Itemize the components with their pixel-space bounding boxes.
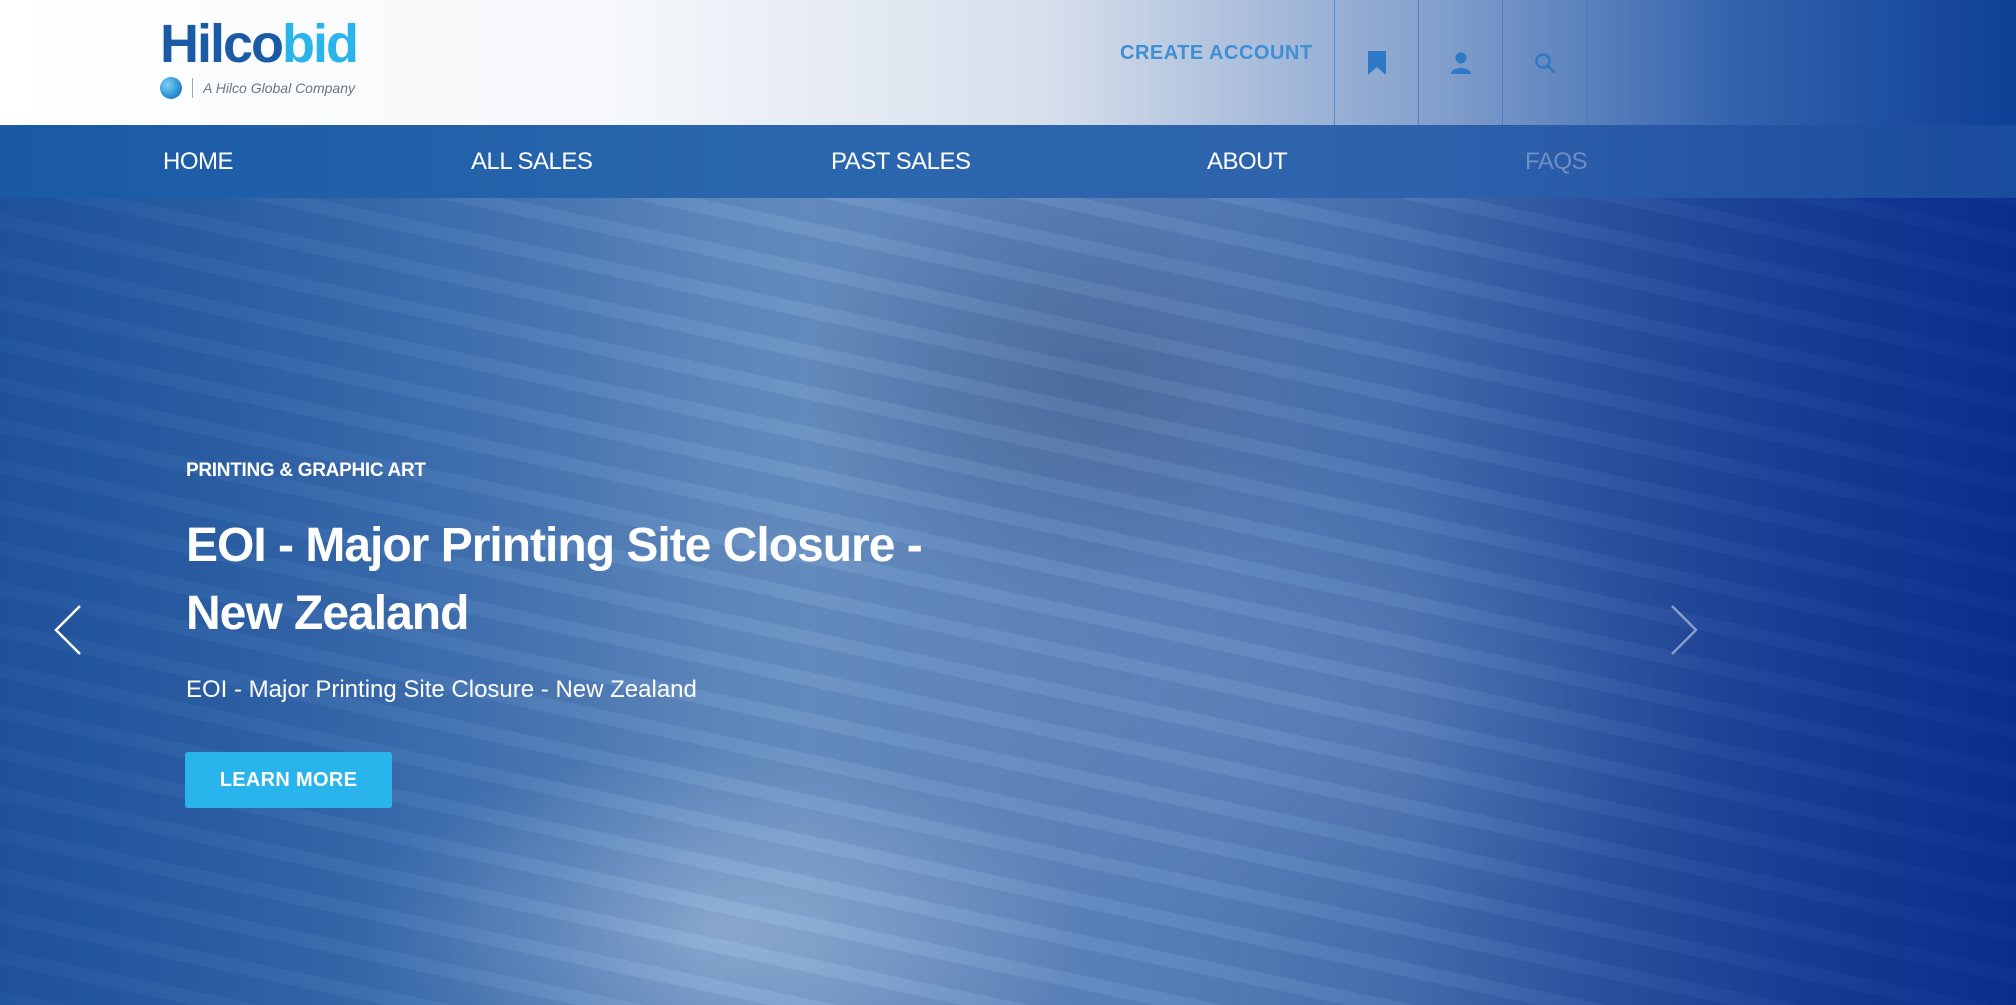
search-button[interactable] xyxy=(1502,0,1588,125)
search-icon xyxy=(1535,52,1556,73)
logo-tagline-row: A Hilco Global Company xyxy=(160,76,355,100)
nav-item-home[interactable]: HOME xyxy=(163,148,234,176)
globe-icon xyxy=(160,77,182,99)
carousel-next-button[interactable] xyxy=(1664,600,1704,660)
user-icon xyxy=(1451,52,1471,74)
carousel-previous-button[interactable] xyxy=(48,600,88,660)
nav-item-past-sales[interactable]: PAST SALES xyxy=(831,148,971,176)
hero-title: EOI - Major Printing Site Closure - New … xyxy=(186,519,923,640)
site-logo[interactable]: Hilcobid A Hilco Global Company xyxy=(160,14,400,104)
nav-item-about[interactable]: ABOUT xyxy=(1207,148,1288,176)
main-navigation xyxy=(0,125,2016,198)
logo-divider xyxy=(192,78,193,98)
account-button[interactable] xyxy=(1418,0,1503,125)
bookmark-button[interactable] xyxy=(1334,0,1419,125)
bookmark-icon xyxy=(1368,50,1386,75)
nav-item-faqs[interactable]: FAQS xyxy=(1525,148,1588,176)
hero-category-label: PRINTING & GRAPHIC ART xyxy=(186,460,426,481)
nav-item-all-sales[interactable]: ALL SALES xyxy=(471,148,593,176)
learn-more-button[interactable]: LEARN MORE xyxy=(185,752,392,808)
logo-brand-accent: bid xyxy=(282,14,359,74)
hero-subtitle: EOI - Major Printing Site Closure - New … xyxy=(186,676,697,703)
create-account-link[interactable]: CREATE ACCOUNT xyxy=(1120,42,1313,65)
chevron-left-icon xyxy=(54,605,81,655)
logo-brand-main: Hilco xyxy=(160,14,284,74)
chevron-right-icon xyxy=(1671,605,1698,655)
logo-tagline: A Hilco Global Company xyxy=(203,80,355,96)
logo-wordmark: Hilcobid xyxy=(160,14,359,74)
